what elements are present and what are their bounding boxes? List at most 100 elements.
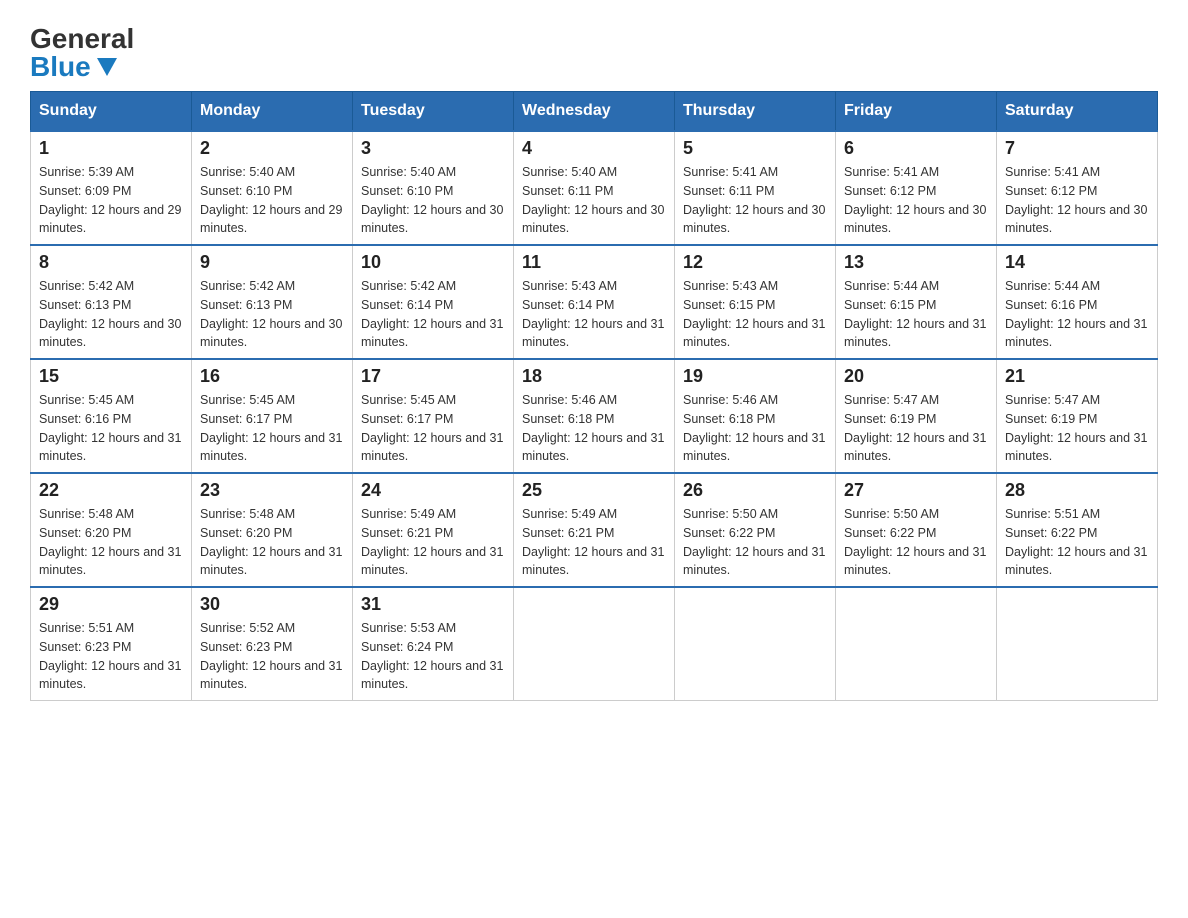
day-info: Sunrise: 5:50 AM Sunset: 6:22 PM Dayligh… <box>683 505 827 580</box>
day-number: 29 <box>39 594 183 615</box>
day-info: Sunrise: 5:47 AM Sunset: 6:19 PM Dayligh… <box>844 391 988 466</box>
calendar-cell: 6 Sunrise: 5:41 AM Sunset: 6:12 PM Dayli… <box>836 131 997 245</box>
calendar-cell: 5 Sunrise: 5:41 AM Sunset: 6:11 PM Dayli… <box>675 131 836 245</box>
day-info: Sunrise: 5:42 AM Sunset: 6:14 PM Dayligh… <box>361 277 505 352</box>
calendar-cell: 24 Sunrise: 5:49 AM Sunset: 6:21 PM Dayl… <box>353 473 514 587</box>
calendar-cell: 12 Sunrise: 5:43 AM Sunset: 6:15 PM Dayl… <box>675 245 836 359</box>
day-number: 18 <box>522 366 666 387</box>
day-info: Sunrise: 5:52 AM Sunset: 6:23 PM Dayligh… <box>200 619 344 694</box>
day-info: Sunrise: 5:51 AM Sunset: 6:23 PM Dayligh… <box>39 619 183 694</box>
day-number: 17 <box>361 366 505 387</box>
day-number: 26 <box>683 480 827 501</box>
calendar-cell: 13 Sunrise: 5:44 AM Sunset: 6:15 PM Dayl… <box>836 245 997 359</box>
calendar-cell: 30 Sunrise: 5:52 AM Sunset: 6:23 PM Dayl… <box>192 587 353 701</box>
day-info: Sunrise: 5:47 AM Sunset: 6:19 PM Dayligh… <box>1005 391 1149 466</box>
calendar-cell: 1 Sunrise: 5:39 AM Sunset: 6:09 PM Dayli… <box>31 131 192 245</box>
week-row-5: 29 Sunrise: 5:51 AM Sunset: 6:23 PM Dayl… <box>31 587 1158 701</box>
day-number: 12 <box>683 252 827 273</box>
calendar-cell: 28 Sunrise: 5:51 AM Sunset: 6:22 PM Dayl… <box>997 473 1158 587</box>
day-number: 13 <box>844 252 988 273</box>
calendar-cell: 26 Sunrise: 5:50 AM Sunset: 6:22 PM Dayl… <box>675 473 836 587</box>
day-info: Sunrise: 5:45 AM Sunset: 6:16 PM Dayligh… <box>39 391 183 466</box>
day-info: Sunrise: 5:39 AM Sunset: 6:09 PM Dayligh… <box>39 163 183 238</box>
logo-blue-text: Blue <box>30 53 117 81</box>
calendar-cell: 16 Sunrise: 5:45 AM Sunset: 6:17 PM Dayl… <box>192 359 353 473</box>
day-info: Sunrise: 5:41 AM Sunset: 6:12 PM Dayligh… <box>844 163 988 238</box>
day-number: 3 <box>361 138 505 159</box>
calendar-table: Sunday Monday Tuesday Wednesday Thursday… <box>30 91 1158 701</box>
day-info: Sunrise: 5:44 AM Sunset: 6:15 PM Dayligh… <box>844 277 988 352</box>
day-number: 30 <box>200 594 344 615</box>
day-info: Sunrise: 5:42 AM Sunset: 6:13 PM Dayligh… <box>39 277 183 352</box>
calendar-cell: 9 Sunrise: 5:42 AM Sunset: 6:13 PM Dayli… <box>192 245 353 359</box>
day-info: Sunrise: 5:40 AM Sunset: 6:10 PM Dayligh… <box>200 163 344 238</box>
calendar-cell: 19 Sunrise: 5:46 AM Sunset: 6:18 PM Dayl… <box>675 359 836 473</box>
week-row-2: 8 Sunrise: 5:42 AM Sunset: 6:13 PM Dayli… <box>31 245 1158 359</box>
calendar-cell: 10 Sunrise: 5:42 AM Sunset: 6:14 PM Dayl… <box>353 245 514 359</box>
weekday-header-row: Sunday Monday Tuesday Wednesday Thursday… <box>31 92 1158 132</box>
calendar-cell: 7 Sunrise: 5:41 AM Sunset: 6:12 PM Dayli… <box>997 131 1158 245</box>
header-saturday: Saturday <box>997 92 1158 132</box>
calendar-cell: 31 Sunrise: 5:53 AM Sunset: 6:24 PM Dayl… <box>353 587 514 701</box>
calendar-cell: 14 Sunrise: 5:44 AM Sunset: 6:16 PM Dayl… <box>997 245 1158 359</box>
day-info: Sunrise: 5:41 AM Sunset: 6:11 PM Dayligh… <box>683 163 827 238</box>
day-info: Sunrise: 5:40 AM Sunset: 6:11 PM Dayligh… <box>522 163 666 238</box>
day-info: Sunrise: 5:51 AM Sunset: 6:22 PM Dayligh… <box>1005 505 1149 580</box>
calendar-cell: 2 Sunrise: 5:40 AM Sunset: 6:10 PM Dayli… <box>192 131 353 245</box>
day-number: 4 <box>522 138 666 159</box>
day-info: Sunrise: 5:43 AM Sunset: 6:15 PM Dayligh… <box>683 277 827 352</box>
day-number: 5 <box>683 138 827 159</box>
day-info: Sunrise: 5:45 AM Sunset: 6:17 PM Dayligh… <box>361 391 505 466</box>
day-number: 14 <box>1005 252 1149 273</box>
day-number: 21 <box>1005 366 1149 387</box>
day-number: 24 <box>361 480 505 501</box>
week-row-1: 1 Sunrise: 5:39 AM Sunset: 6:09 PM Dayli… <box>31 131 1158 245</box>
day-number: 31 <box>361 594 505 615</box>
calendar-cell: 17 Sunrise: 5:45 AM Sunset: 6:17 PM Dayl… <box>353 359 514 473</box>
header-sunday: Sunday <box>31 92 192 132</box>
calendar-cell: 25 Sunrise: 5:49 AM Sunset: 6:21 PM Dayl… <box>514 473 675 587</box>
calendar-cell: 3 Sunrise: 5:40 AM Sunset: 6:10 PM Dayli… <box>353 131 514 245</box>
day-number: 16 <box>200 366 344 387</box>
header-wednesday: Wednesday <box>514 92 675 132</box>
calendar-cell: 15 Sunrise: 5:45 AM Sunset: 6:16 PM Dayl… <box>31 359 192 473</box>
calendar-cell: 4 Sunrise: 5:40 AM Sunset: 6:11 PM Dayli… <box>514 131 675 245</box>
day-number: 2 <box>200 138 344 159</box>
calendar-cell: 18 Sunrise: 5:46 AM Sunset: 6:18 PM Dayl… <box>514 359 675 473</box>
day-number: 6 <box>844 138 988 159</box>
day-info: Sunrise: 5:46 AM Sunset: 6:18 PM Dayligh… <box>683 391 827 466</box>
header-tuesday: Tuesday <box>353 92 514 132</box>
day-number: 25 <box>522 480 666 501</box>
day-info: Sunrise: 5:48 AM Sunset: 6:20 PM Dayligh… <box>200 505 344 580</box>
day-info: Sunrise: 5:49 AM Sunset: 6:21 PM Dayligh… <box>361 505 505 580</box>
calendar-cell <box>514 587 675 701</box>
calendar-cell: 11 Sunrise: 5:43 AM Sunset: 6:14 PM Dayl… <box>514 245 675 359</box>
day-number: 23 <box>200 480 344 501</box>
page-header: General Blue <box>30 20 1158 81</box>
day-number: 20 <box>844 366 988 387</box>
calendar-cell: 21 Sunrise: 5:47 AM Sunset: 6:19 PM Dayl… <box>997 359 1158 473</box>
day-info: Sunrise: 5:49 AM Sunset: 6:21 PM Dayligh… <box>522 505 666 580</box>
day-info: Sunrise: 5:45 AM Sunset: 6:17 PM Dayligh… <box>200 391 344 466</box>
calendar-cell <box>836 587 997 701</box>
day-info: Sunrise: 5:44 AM Sunset: 6:16 PM Dayligh… <box>1005 277 1149 352</box>
calendar-cell <box>675 587 836 701</box>
calendar-cell: 8 Sunrise: 5:42 AM Sunset: 6:13 PM Dayli… <box>31 245 192 359</box>
header-monday: Monday <box>192 92 353 132</box>
calendar-cell: 29 Sunrise: 5:51 AM Sunset: 6:23 PM Dayl… <box>31 587 192 701</box>
day-info: Sunrise: 5:43 AM Sunset: 6:14 PM Dayligh… <box>522 277 666 352</box>
calendar-cell <box>997 587 1158 701</box>
header-friday: Friday <box>836 92 997 132</box>
calendar-cell: 22 Sunrise: 5:48 AM Sunset: 6:20 PM Dayl… <box>31 473 192 587</box>
day-info: Sunrise: 5:50 AM Sunset: 6:22 PM Dayligh… <box>844 505 988 580</box>
day-info: Sunrise: 5:48 AM Sunset: 6:20 PM Dayligh… <box>39 505 183 580</box>
calendar-cell: 20 Sunrise: 5:47 AM Sunset: 6:19 PM Dayl… <box>836 359 997 473</box>
logo: General Blue <box>30 20 134 81</box>
day-info: Sunrise: 5:42 AM Sunset: 6:13 PM Dayligh… <box>200 277 344 352</box>
day-number: 11 <box>522 252 666 273</box>
day-info: Sunrise: 5:41 AM Sunset: 6:12 PM Dayligh… <box>1005 163 1149 238</box>
day-number: 28 <box>1005 480 1149 501</box>
day-info: Sunrise: 5:40 AM Sunset: 6:10 PM Dayligh… <box>361 163 505 238</box>
day-info: Sunrise: 5:46 AM Sunset: 6:18 PM Dayligh… <box>522 391 666 466</box>
day-info: Sunrise: 5:53 AM Sunset: 6:24 PM Dayligh… <box>361 619 505 694</box>
